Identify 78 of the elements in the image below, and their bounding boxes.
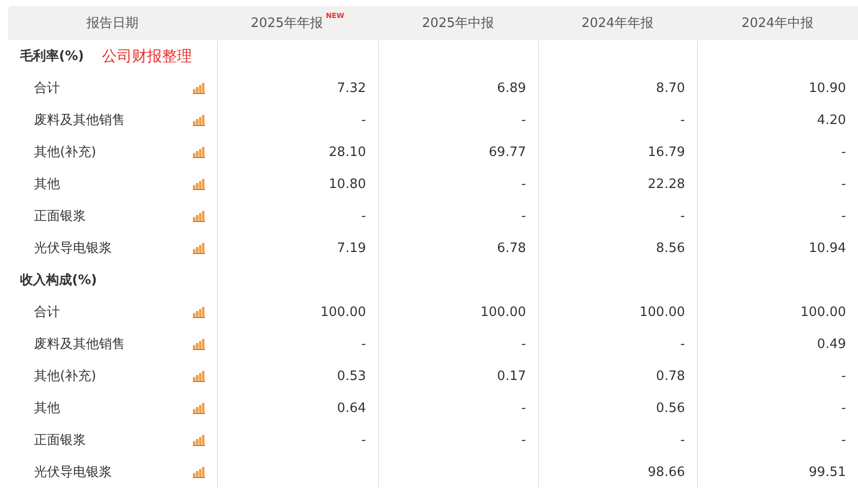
column-header: 报告日期 xyxy=(86,15,138,32)
table-cell: - xyxy=(841,432,846,448)
table-cell: 8.70 xyxy=(656,80,685,96)
table-cell: 99.51 xyxy=(808,464,846,480)
bar-chart-icon[interactable] xyxy=(193,242,205,254)
table-cell: 100.00 xyxy=(640,304,685,320)
table-cell: - xyxy=(680,112,685,128)
column-header: 2025年中报 xyxy=(422,15,494,32)
bar-chart-icon[interactable] xyxy=(193,466,205,478)
table-cell: - xyxy=(680,336,685,352)
row-label: 其他(补充) xyxy=(34,144,96,161)
table-cell: 28.10 xyxy=(328,144,366,160)
bar-chart-icon[interactable] xyxy=(193,402,205,414)
table-cell: - xyxy=(521,112,526,128)
table-cell: - xyxy=(521,432,526,448)
row-label: 光伏导电银浆 xyxy=(34,464,112,481)
section-title: 毛利率(%) xyxy=(20,48,84,65)
table-cell: - xyxy=(841,368,846,384)
table-cell: 0.56 xyxy=(656,400,685,416)
table-cell: - xyxy=(361,432,366,448)
table-cell: 10.80 xyxy=(328,176,366,192)
table-cell: 0.64 xyxy=(337,400,366,416)
table-cell: - xyxy=(361,336,366,352)
bar-chart-icon[interactable] xyxy=(193,114,205,126)
table-cell: 98.66 xyxy=(648,464,685,480)
table-cell: - xyxy=(521,336,526,352)
column-header: 2024年年报 xyxy=(581,15,654,32)
bar-chart-icon[interactable] xyxy=(193,370,205,382)
table-cell: - xyxy=(841,144,846,160)
row-label: 其他 xyxy=(34,400,60,417)
table-cell: 100.00 xyxy=(480,304,526,320)
table-cell: 22.28 xyxy=(648,176,685,192)
bar-chart-icon[interactable] xyxy=(193,178,205,190)
table-cell: 0.78 xyxy=(656,368,685,384)
row-label: 正面银浆 xyxy=(34,432,86,449)
annotation-text: 公司财报整理 xyxy=(102,46,192,66)
row-label: 正面银浆 xyxy=(34,208,86,225)
table-cell: - xyxy=(361,112,366,128)
table-cell: - xyxy=(680,432,685,448)
table-cell: 4.20 xyxy=(817,112,846,128)
table-cell: 0.49 xyxy=(817,336,846,352)
table-cell: 69.77 xyxy=(488,144,526,160)
row-label: 其他 xyxy=(34,176,60,193)
bar-chart-icon[interactable] xyxy=(193,146,205,158)
section-title: 收入构成(%) xyxy=(20,272,97,289)
table-cell: - xyxy=(521,176,526,192)
row-label: 废料及其他销售 xyxy=(34,112,125,129)
row-label: 合计 xyxy=(34,304,60,321)
bar-chart-icon[interactable] xyxy=(193,210,205,222)
table-cell: 0.17 xyxy=(497,368,526,384)
bar-chart-icon[interactable] xyxy=(193,338,205,350)
table-cell: 7.19 xyxy=(337,240,366,256)
table-cell: 0.53 xyxy=(337,368,366,384)
column-header: 2024年中报 xyxy=(741,15,814,32)
table-cell: - xyxy=(361,208,366,224)
table-cell: 8.56 xyxy=(656,240,685,256)
row-label: 光伏导电银浆 xyxy=(34,240,112,257)
bar-chart-icon[interactable] xyxy=(193,306,205,318)
column-header: 2025年年报 xyxy=(250,15,323,32)
row-label: 其他(补充) xyxy=(34,368,96,385)
row-label: 合计 xyxy=(34,80,60,97)
bar-chart-icon[interactable] xyxy=(193,82,205,94)
table-cell: - xyxy=(841,400,846,416)
table-cell: 100.00 xyxy=(800,304,846,320)
table-cell: 10.90 xyxy=(808,80,846,96)
table-cell: - xyxy=(521,400,526,416)
table-cell: - xyxy=(680,208,685,224)
table-cell: 100.00 xyxy=(320,304,366,320)
row-label: 废料及其他销售 xyxy=(34,336,125,353)
table-cell: - xyxy=(841,176,846,192)
table-cell: 6.89 xyxy=(497,80,526,96)
table-cell: 7.32 xyxy=(337,80,366,96)
table-cell: - xyxy=(521,208,526,224)
table-cell: 6.78 xyxy=(497,240,526,256)
table-cell: 16.79 xyxy=(648,144,685,160)
table-cell: 10.94 xyxy=(808,240,846,256)
bar-chart-icon[interactable] xyxy=(193,434,205,446)
table-cell: - xyxy=(841,208,846,224)
